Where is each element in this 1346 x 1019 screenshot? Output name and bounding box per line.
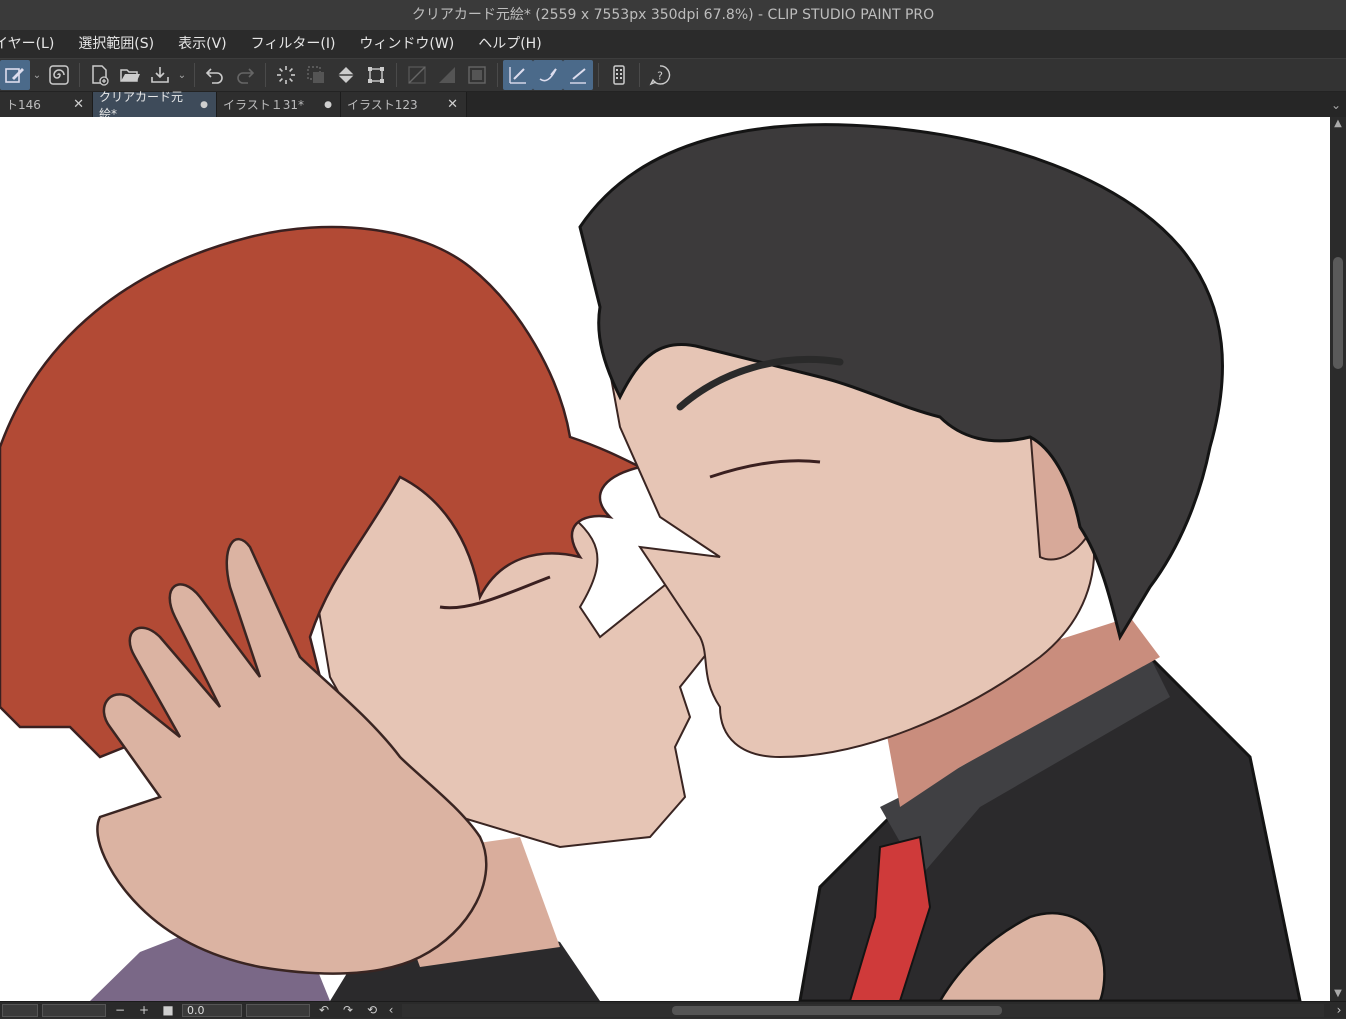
tab-label: イラスト123 (347, 98, 418, 112)
document-tabs: ト146 ✕ クリアカード元絵* ● イラスト１31* ● イラスト123 ✕ … (0, 90, 1346, 121)
status-bar: − + ■ 0.0 ↶ ↷ ⟲ ‹ › (0, 1001, 1346, 1018)
dropdown-chevron-icon[interactable]: ⌄ (30, 60, 44, 90)
navigator-field[interactable] (42, 1003, 106, 1017)
menu-help[interactable]: ヘルプ(H) (466, 30, 553, 58)
toolbar-separator (497, 63, 498, 87)
horizontal-scrollbar[interactable] (402, 1003, 1324, 1017)
navigator-field[interactable] (246, 1003, 310, 1017)
horizontal-scroll-thumb[interactable] (672, 1005, 1002, 1015)
vertical-scroll-thumb[interactable] (1333, 257, 1343, 369)
reset-rotation-icon[interactable]: ⟲ (360, 1002, 384, 1019)
artwork (0, 123, 1302, 1001)
rotation-field[interactable]: 0.0 (182, 1003, 242, 1017)
unsaved-dot-icon[interactable]: ● (200, 100, 208, 110)
rotate-right-icon[interactable]: ↷ (336, 1002, 360, 1019)
fill-icon[interactable] (331, 60, 361, 90)
menu-filter[interactable]: フィルター(I) (239, 30, 348, 58)
tab-label: ト146 (6, 98, 41, 112)
toolbar-separator (639, 63, 640, 87)
scroll-right-icon[interactable]: › (1332, 1002, 1346, 1019)
tab-clear-card[interactable]: クリアカード元絵* ● (93, 90, 217, 121)
transform-icon[interactable] (361, 60, 391, 90)
stop-button[interactable]: ■ (156, 1002, 180, 1019)
snap-ruler-icon[interactable] (402, 60, 432, 90)
vertical-scrollbar[interactable]: ▲ ▼ (1330, 117, 1346, 1001)
zoom-in-button[interactable]: + (132, 1002, 156, 1019)
toolbar-separator (598, 63, 599, 87)
menu-view[interactable]: 表示(V) (166, 30, 239, 58)
tab-illust-131[interactable]: イラスト１31* ● (217, 92, 341, 117)
new-file-icon[interactable] (85, 60, 115, 90)
snap-line-icon[interactable] (563, 60, 593, 90)
toolbar-separator (79, 63, 80, 87)
snap-pen-icon[interactable] (503, 60, 533, 90)
scroll-up-icon[interactable]: ▲ (1330, 117, 1346, 131)
snap-grid-icon[interactable] (462, 60, 492, 90)
navigator-field[interactable] (2, 1003, 38, 1017)
unsaved-dot-icon[interactable]: ● (324, 100, 332, 110)
snap-special-ruler-icon[interactable] (432, 60, 462, 90)
help-icon[interactable]: ? (645, 60, 675, 90)
open-folder-icon[interactable] (115, 60, 145, 90)
scroll-left-icon[interactable]: ‹ (384, 1002, 398, 1019)
tab-label: イラスト１31* (223, 98, 305, 112)
tab-document-146[interactable]: ト146 ✕ (0, 92, 93, 117)
dropdown-chevron-icon[interactable]: ⌄ (175, 60, 189, 90)
menu-window[interactable]: ウィンドウ(W) (347, 30, 466, 58)
close-icon[interactable]: ✕ (73, 97, 84, 112)
toolbar-separator (194, 63, 195, 87)
spiral-icon[interactable] (44, 60, 74, 90)
redo-icon[interactable] (230, 60, 260, 90)
edit-layer-icon[interactable] (0, 60, 30, 90)
save-icon[interactable] (145, 60, 175, 90)
toolbar-separator (265, 63, 266, 87)
menu-selection[interactable]: 選択範囲(S) (66, 30, 166, 58)
drawing-canvas[interactable] (0, 117, 1330, 1001)
toolbar-separator (396, 63, 397, 87)
rotate-left-icon[interactable]: ↶ (312, 1002, 336, 1019)
close-icon[interactable]: ✕ (447, 97, 458, 112)
zoom-out-button[interactable]: − (108, 1002, 132, 1019)
command-bar: ⌄ ⌄ ? (0, 58, 1346, 92)
snap-curve-icon[interactable] (533, 60, 563, 90)
menu-bar: イヤー(L) 選択範囲(S) 表示(V) フィルター(I) ウィンドウ(W) ヘ… (0, 30, 1346, 58)
select-area-icon[interactable] (301, 60, 331, 90)
tab-illust-123[interactable]: イラスト123 ✕ (341, 92, 467, 117)
tab-list-chevron-icon[interactable]: ⌄ (1326, 92, 1346, 117)
scroll-down-icon[interactable]: ▼ (1330, 987, 1346, 1001)
window-title: クリアカード元絵* (2559 x 7553px 350dpi 67.8%) -… (0, 0, 1346, 30)
svg-text:?: ? (657, 70, 663, 83)
undo-icon[interactable] (200, 60, 230, 90)
loading-icon[interactable] (271, 60, 301, 90)
smartphone-icon[interactable] (604, 60, 634, 90)
menu-layer[interactable]: イヤー(L) (0, 30, 66, 58)
